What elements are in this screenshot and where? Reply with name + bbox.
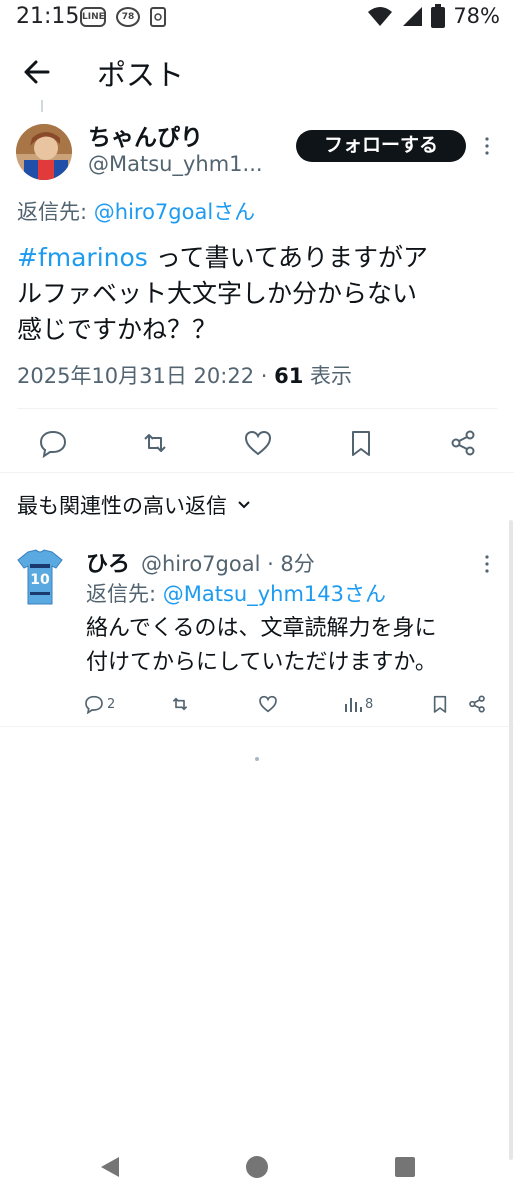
bookmark-icon[interactable] <box>346 428 376 458</box>
bookmark-icon <box>433 695 447 713</box>
reply-views-button[interactable]: 8 <box>344 692 373 716</box>
reply-view-count: 8 <box>365 696 374 712</box>
app-notification-icon <box>150 7 166 27</box>
follow-button[interactable]: フォローする <box>296 130 466 162</box>
reply-share-button[interactable] <box>467 692 487 716</box>
top-header: ポスト <box>0 40 514 102</box>
reply-repost-button[interactable] <box>170 692 190 716</box>
reply-mention-link[interactable]: @Matsu_yhm143さん <box>163 582 386 606</box>
reply-author-name[interactable]: ひろ <box>86 546 130 578</box>
reply-sort-selector[interactable]: 最も関連性の高い返信 <box>17 490 251 520</box>
more-options-icon[interactable] <box>480 136 494 156</box>
chevron-down-icon <box>238 501 250 509</box>
reply-sort-label: 最も関連性の高い返信 <box>17 494 227 518</box>
svg-text:10: 10 <box>30 572 50 588</box>
reply-icon[interactable] <box>38 428 68 458</box>
page-title: ポスト <box>97 58 185 92</box>
views-count: 61 <box>274 364 304 388</box>
loading-indicator <box>255 757 259 761</box>
nav-recents-icon[interactable] <box>392 1154 418 1180</box>
repost-icon[interactable] <box>140 428 170 458</box>
nav-back-icon[interactable] <box>97 1154 123 1180</box>
share-icon[interactable] <box>448 428 478 458</box>
status-time: 21:15 <box>16 4 80 29</box>
reply-reply-button[interactable]: 2 <box>84 692 115 716</box>
reply-author-handle-time[interactable]: @hiro7goal · 8分 <box>141 548 315 578</box>
nav-home-icon[interactable] <box>244 1154 270 1180</box>
share-icon <box>469 695 485 713</box>
reply-text: 絡んでくるのは、文章読解力を身に 付けてからにしていただけますか。 <box>86 616 437 675</box>
line-notification-icon: LINE <box>80 7 106 27</box>
wifi-icon <box>368 7 393 26</box>
views-label: 表示 <box>303 364 353 388</box>
tweet-text: #fmarinos って書いてありますがア ルファベット大文字しか分からない 感… <box>17 243 429 344</box>
reply-bookmark-button[interactable] <box>430 692 450 716</box>
system-navigation-bar <box>0 1140 514 1199</box>
author-handle[interactable]: @Matsu_yhm1... <box>88 152 263 176</box>
scrollbar[interactable] <box>509 520 513 1160</box>
notification-count-icon: 78 <box>116 7 140 27</box>
author-name[interactable]: ちゃんぴり <box>88 118 203 152</box>
reply-like-button[interactable] <box>258 692 278 716</box>
status-bar: 21:15 LINE 78 78% <box>0 0 514 36</box>
hashtag-link[interactable]: #fmarinos <box>17 243 148 272</box>
back-arrow-icon[interactable] <box>18 52 58 92</box>
reply-divider <box>0 726 514 727</box>
repost-icon <box>172 697 188 711</box>
reply-icon <box>85 695 103 714</box>
reply-reply-to-line: 返信先: @Matsu_yhm143さん <box>86 582 387 606</box>
tweet-timestamp[interactable]: 2025年10月31日 20:22 · <box>17 364 274 388</box>
battery-percent: 78% <box>453 4 500 28</box>
like-icon[interactable] <box>243 428 273 458</box>
section-divider <box>0 472 514 473</box>
divider <box>17 408 497 409</box>
thread-connector-line <box>41 100 43 112</box>
tweet-meta: 2025年10月31日 20:22 · 61 表示 <box>17 360 352 390</box>
tweet-action-bar <box>0 420 514 464</box>
reply-to-mention-link[interactable]: @hiro7goalさん <box>94 200 255 224</box>
reply-avatar-jersey[interactable]: 10 <box>16 548 64 608</box>
author-avatar[interactable] <box>16 124 72 180</box>
analytics-icon <box>345 698 362 712</box>
reply-count: 2 <box>107 696 116 712</box>
reply-action-bar: 2 8 <box>0 690 514 718</box>
reply-more-options-icon[interactable] <box>480 554 494 574</box>
reply-to-line: 返信先: @hiro7goalさん <box>17 200 256 224</box>
like-icon <box>259 695 277 713</box>
battery-icon <box>431 4 446 28</box>
signal-icon <box>403 7 423 26</box>
